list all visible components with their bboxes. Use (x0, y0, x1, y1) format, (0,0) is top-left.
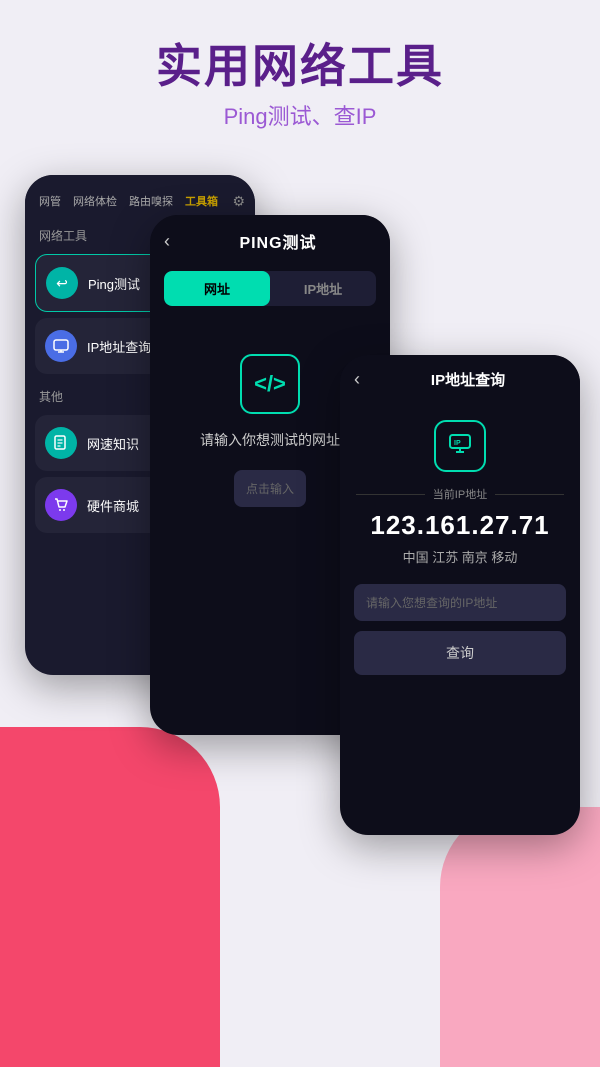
svg-text:IP: IP (454, 440, 461, 447)
ip-icon (45, 330, 77, 362)
ip-symbol: IP (449, 433, 471, 460)
ping-input-placeholder: 点击输入 (246, 482, 294, 496)
phone-ip-lookup: ‹ IP地址查询 IP 当前IP地址 123.161.27. (340, 355, 580, 835)
ping-label: Ping测试 (88, 274, 140, 293)
ping-back-button[interactable]: ‹ (164, 231, 170, 252)
nav-tab-jianche[interactable]: 网络体检 (69, 191, 121, 211)
app-title: 实用网络工具 (0, 40, 600, 93)
ip-back-button[interactable]: ‹ (354, 369, 360, 390)
gear-icon[interactable]: ⚙ (232, 193, 245, 210)
knowledge-label: 网速知识 (87, 434, 139, 453)
code-icon: </> (240, 354, 300, 414)
app-header: 实用网络工具 Ping测试、查IP (0, 0, 600, 151)
ip-query-icon: IP (434, 420, 486, 472)
current-ip-address: 123.161.27.71 (370, 510, 549, 541)
knowledge-icon (45, 427, 77, 459)
tab-wangzhi[interactable]: 网址 (164, 271, 270, 306)
divider-line-left (356, 494, 425, 495)
phones-container: 网管 网络体检 路由嗅探 工具箱 ⚙ 网络工具 ↩ Ping测试 › IP地址查… (0, 155, 600, 1067)
ping-tab-switcher: 网址 IP地址 (164, 271, 376, 306)
ip-divider: 当前IP地址 (340, 486, 580, 502)
divider-label-text: 当前IP地址 (425, 486, 495, 502)
ping-title: PING测试 (180, 229, 376, 253)
ip-content: IP 当前IP地址 123.161.27.71 中国 江苏 南京 移动 请输入您… (340, 400, 580, 675)
query-button[interactable]: 查询 (354, 631, 566, 675)
ip-title: IP地址查询 (370, 369, 566, 390)
divider-line-right (495, 494, 564, 495)
ip-label: IP地址查询 (87, 337, 151, 356)
tab-ipaddr[interactable]: IP地址 (270, 271, 376, 306)
nav-tab-wangguan[interactable]: 网管 (35, 191, 65, 211)
shop-icon (45, 489, 77, 521)
nav-tabs: 网管 网络体检 路由嗅探 工具箱 ⚙ (25, 175, 255, 219)
nav-tab-luyou[interactable]: 路由嗅探 (125, 191, 177, 211)
ping-header: ‹ PING测试 (150, 215, 390, 263)
code-symbol: </> (254, 371, 286, 397)
shop-label: 硬件商城 (87, 496, 139, 515)
app-subtitle: Ping测试、查IP (0, 99, 600, 131)
ip-query-placeholder: 请输入您想查询的IP地址 (366, 596, 497, 610)
ping-hint: 请输入你想测试的网址 (200, 430, 340, 450)
ip-header: ‹ IP地址查询 (340, 355, 580, 400)
ip-location: 中国 江苏 南京 移动 (403, 547, 518, 566)
ping-input-area[interactable]: 点击输入 (234, 470, 306, 507)
nav-tab-toolbox[interactable]: 工具箱 (181, 191, 222, 211)
ip-query-input[interactable]: 请输入您想查询的IP地址 (354, 584, 566, 621)
ping-icon: ↩ (46, 267, 78, 299)
